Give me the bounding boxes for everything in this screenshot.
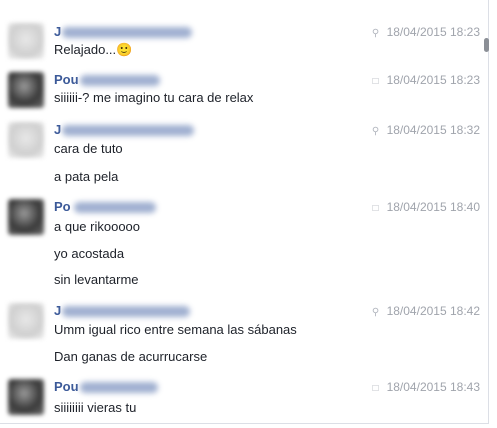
message-text: Relajado...🙂 xyxy=(54,42,133,57)
sender-name[interactable]: Pou xyxy=(54,379,79,395)
name-redaction xyxy=(80,382,158,393)
message-meta: □ 18/04/2015 18:23 xyxy=(371,72,480,90)
timestamp: 18/04/2015 18:43 xyxy=(386,380,480,394)
location-icon: ⚲ xyxy=(371,126,380,137)
avatar[interactable] xyxy=(8,379,44,415)
avatar[interactable] xyxy=(8,122,44,158)
location-icon: ⚲ xyxy=(371,28,380,39)
timestamp: 18/04/2015 18:23 xyxy=(386,73,480,87)
sender-name[interactable]: Pou xyxy=(54,72,79,88)
name-redaction xyxy=(62,125,194,136)
scrollbar-thumb[interactable] xyxy=(484,38,489,52)
timestamp: 18/04/2015 18:40 xyxy=(386,200,480,214)
avatar[interactable] xyxy=(8,303,44,339)
timestamp: 18/04/2015 18:42 xyxy=(386,304,480,318)
location-icon: ⚲ xyxy=(371,307,380,318)
message-text: Umm igual rico entre semana las sábanas xyxy=(54,322,297,337)
avatar[interactable] xyxy=(8,23,44,59)
message-text: Dan ganas de acurrucarse xyxy=(54,349,208,364)
message-text: siiiiii-? me imagino tu cara de relax xyxy=(54,90,254,105)
message-text: cara de tuto xyxy=(54,141,123,156)
message-meta: □ 18/04/2015 18:43 xyxy=(371,379,480,397)
name-redaction xyxy=(80,75,160,86)
sender-name[interactable]: J xyxy=(54,24,61,40)
name-redaction xyxy=(62,306,190,317)
message-text: yo acostada xyxy=(54,246,125,261)
message-text: sin levantarme xyxy=(54,272,139,287)
message-text: siiiiiiii vieras tu xyxy=(54,400,137,415)
sender-name[interactable]: J xyxy=(54,303,61,319)
chat-icon: □ xyxy=(372,203,379,214)
message-meta: ⚲ 18/04/2015 18:23 xyxy=(371,24,480,42)
message-text: a pata pela xyxy=(54,169,119,184)
message-meta: ⚲ 18/04/2015 18:42 xyxy=(371,303,480,321)
sender-name[interactable]: J xyxy=(54,122,61,138)
name-redaction xyxy=(62,27,192,38)
sender-name[interactable]: Po xyxy=(54,199,71,215)
timestamp: 18/04/2015 18:23 xyxy=(386,25,480,39)
avatar[interactable] xyxy=(8,72,44,108)
message-text: a que rikooooo xyxy=(54,219,141,234)
name-redaction xyxy=(74,202,156,213)
message-meta: ⚲ 18/04/2015 18:32 xyxy=(371,122,480,140)
message-meta: □ 18/04/2015 18:40 xyxy=(371,199,480,217)
chat-icon: □ xyxy=(372,76,379,87)
chat-icon: □ xyxy=(372,383,379,394)
timestamp: 18/04/2015 18:32 xyxy=(386,123,480,137)
avatar[interactable] xyxy=(8,199,44,235)
